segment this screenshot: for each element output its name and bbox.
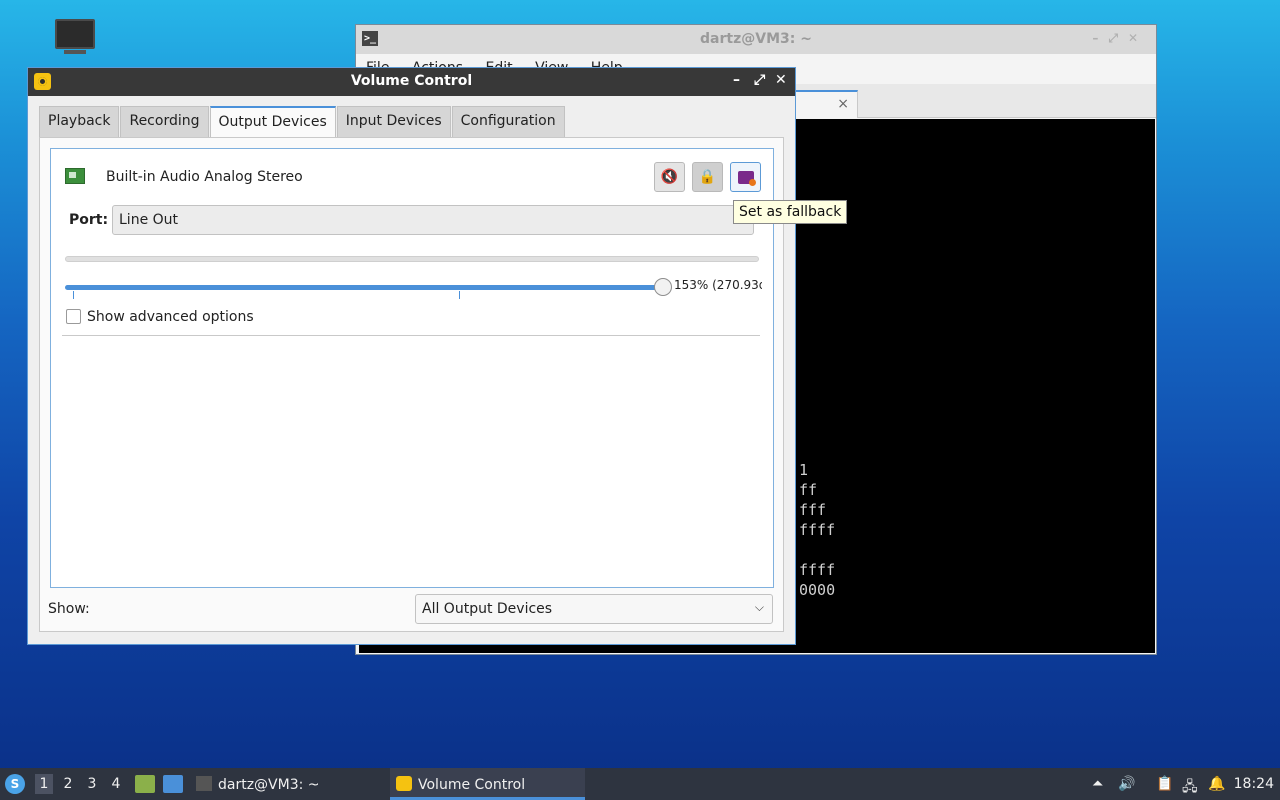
volume-control-icon (396, 776, 412, 791)
console-line: ffff (799, 521, 836, 539)
speaker-muted-icon: 🔇 (660, 169, 679, 185)
tray-up-arrow-icon[interactable]: ⏶ (1092, 776, 1103, 792)
lock-channels-button[interactable]: 🔒 (692, 162, 723, 192)
file-manager-icon[interactable] (135, 775, 155, 793)
network-icon[interactable]: 🖧 (1182, 776, 1198, 800)
mute-button[interactable]: 🔇 (654, 162, 685, 192)
tab-recording[interactable]: Recording (120, 106, 209, 137)
show-label: Show: (48, 601, 90, 617)
task-terminal[interactable]: dartz@VM3: ~ (190, 768, 326, 800)
close-button[interactable]: ✕ (775, 72, 787, 88)
console-line: 1 (799, 461, 809, 479)
task-terminal-label: dartz@VM3: ~ (218, 777, 320, 793)
volume-control-titlebar[interactable]: Volume Control – ⤢ ✕ (28, 68, 795, 96)
clock[interactable]: 18:24 (1234, 776, 1274, 792)
tab-configuration[interactable]: Configuration (451, 106, 565, 137)
desktop-computer-icon[interactable] (55, 19, 95, 55)
desktop-switch-4[interactable]: 4 (107, 774, 125, 794)
device-panel: Built-in Audio Analog Stereo 🔇 🔒 Port: L… (50, 148, 774, 588)
clipboard-icon[interactable]: 📋 (1156, 776, 1173, 792)
terminal-tab[interactable]: × (786, 90, 858, 118)
console-line: ffff (799, 561, 836, 579)
slider-tick (73, 291, 74, 299)
update-notifier-icon[interactable]: 🔔 (1208, 776, 1225, 792)
computer-stand-shape (64, 50, 86, 54)
maximize-button[interactable]: ⤢ (754, 72, 765, 88)
peak-meter (65, 256, 759, 262)
volume-control-window[interactable]: Volume Control – ⤢ ✕ Playback Recording … (27, 67, 796, 645)
show-filter-value: All Output Devices (422, 601, 553, 617)
volume-level-label: 153% (270.93dB (674, 278, 762, 292)
minimize-button[interactable]: – (733, 72, 740, 88)
tab-output-devices[interactable]: Output Devices (209, 106, 336, 139)
volume-icon[interactable]: 🔊 (1118, 776, 1135, 792)
device-name: Built-in Audio Analog Stereo (106, 169, 303, 185)
start-menu-icon[interactable]: S (5, 774, 25, 794)
chevron-down-icon: ⌵ (754, 600, 764, 614)
terminal-icon (196, 776, 212, 791)
terminal-title: dartz@VM3: ~ (700, 31, 812, 47)
task-volume-control[interactable]: Volume Control (390, 768, 585, 800)
fallback-icon (737, 171, 756, 186)
slider-tick (459, 291, 460, 299)
port-select[interactable]: Line Out (112, 205, 754, 235)
show-advanced-label[interactable]: Show advanced options (87, 309, 254, 325)
computer-screen-shape (55, 19, 95, 49)
output-devices-page: Built-in Audio Analog Stereo 🔇 🔒 Port: L… (39, 137, 784, 632)
close-tab-icon[interactable]: × (837, 96, 849, 112)
show-filter-select[interactable]: All Output Devices ⌵ (415, 594, 773, 624)
taskbar: S 1 2 3 4 dartz@VM3: ~ Volume Control ⏶ … (0, 768, 1280, 800)
volume-slider-handle[interactable] (654, 278, 672, 296)
show-desktop-icon[interactable] (163, 775, 183, 793)
sound-card-icon (65, 168, 85, 184)
console-line: 0000 (799, 581, 836, 599)
fallback-tooltip: Set as fallback (733, 200, 848, 224)
console-line: ff (799, 481, 818, 499)
tab-bar: Playback Recording Output Devices Input … (39, 106, 566, 139)
tab-input-devices[interactable]: Input Devices (336, 106, 451, 137)
desktop-switch-3[interactable]: 3 (83, 774, 101, 794)
divider (62, 335, 760, 336)
desktop-switch-2[interactable]: 2 (59, 774, 77, 794)
show-advanced-checkbox[interactable] (66, 309, 81, 324)
terminal-titlebar[interactable]: >_ dartz@VM3: ~ –⤢✕ (356, 25, 1156, 54)
tab-playback[interactable]: Playback (39, 106, 120, 137)
window-title: Volume Control (350, 73, 473, 89)
set-fallback-button[interactable] (730, 162, 761, 192)
volume-slider-track[interactable] (65, 285, 665, 290)
terminal-window-buttons[interactable]: –⤢✕ (1092, 31, 1148, 46)
task-volume-control-label: Volume Control (418, 777, 526, 793)
port-label: Port: (69, 212, 109, 228)
desktop-switch-1[interactable]: 1 (35, 774, 53, 794)
lock-icon: 🔒 (698, 169, 717, 185)
console-line: fff (799, 501, 827, 519)
